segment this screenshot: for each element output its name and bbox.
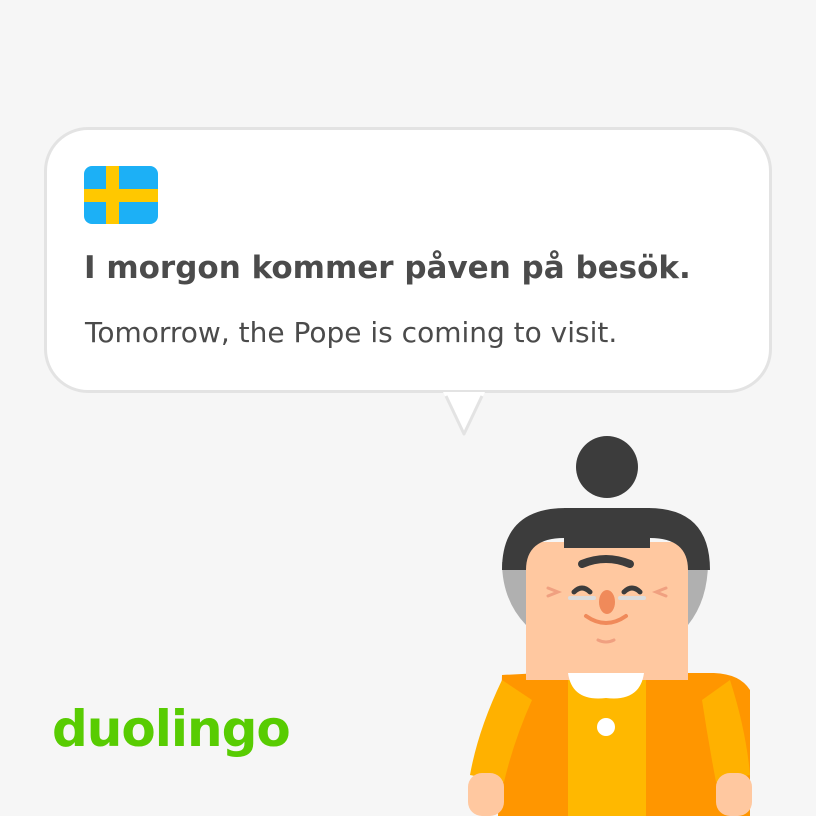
sentence-translation: Tomorrow, the Pope is coming to visit. [85,316,618,349]
target-sentence: I morgon kommer påven på besök. [84,250,691,286]
duolingo-logo: duolingo [52,700,291,758]
sweden-flag-icon [84,166,158,224]
grandmother-character-icon [468,436,752,816]
promo-card: I morgon kommer påven på besök. Tomorrow… [0,0,816,816]
